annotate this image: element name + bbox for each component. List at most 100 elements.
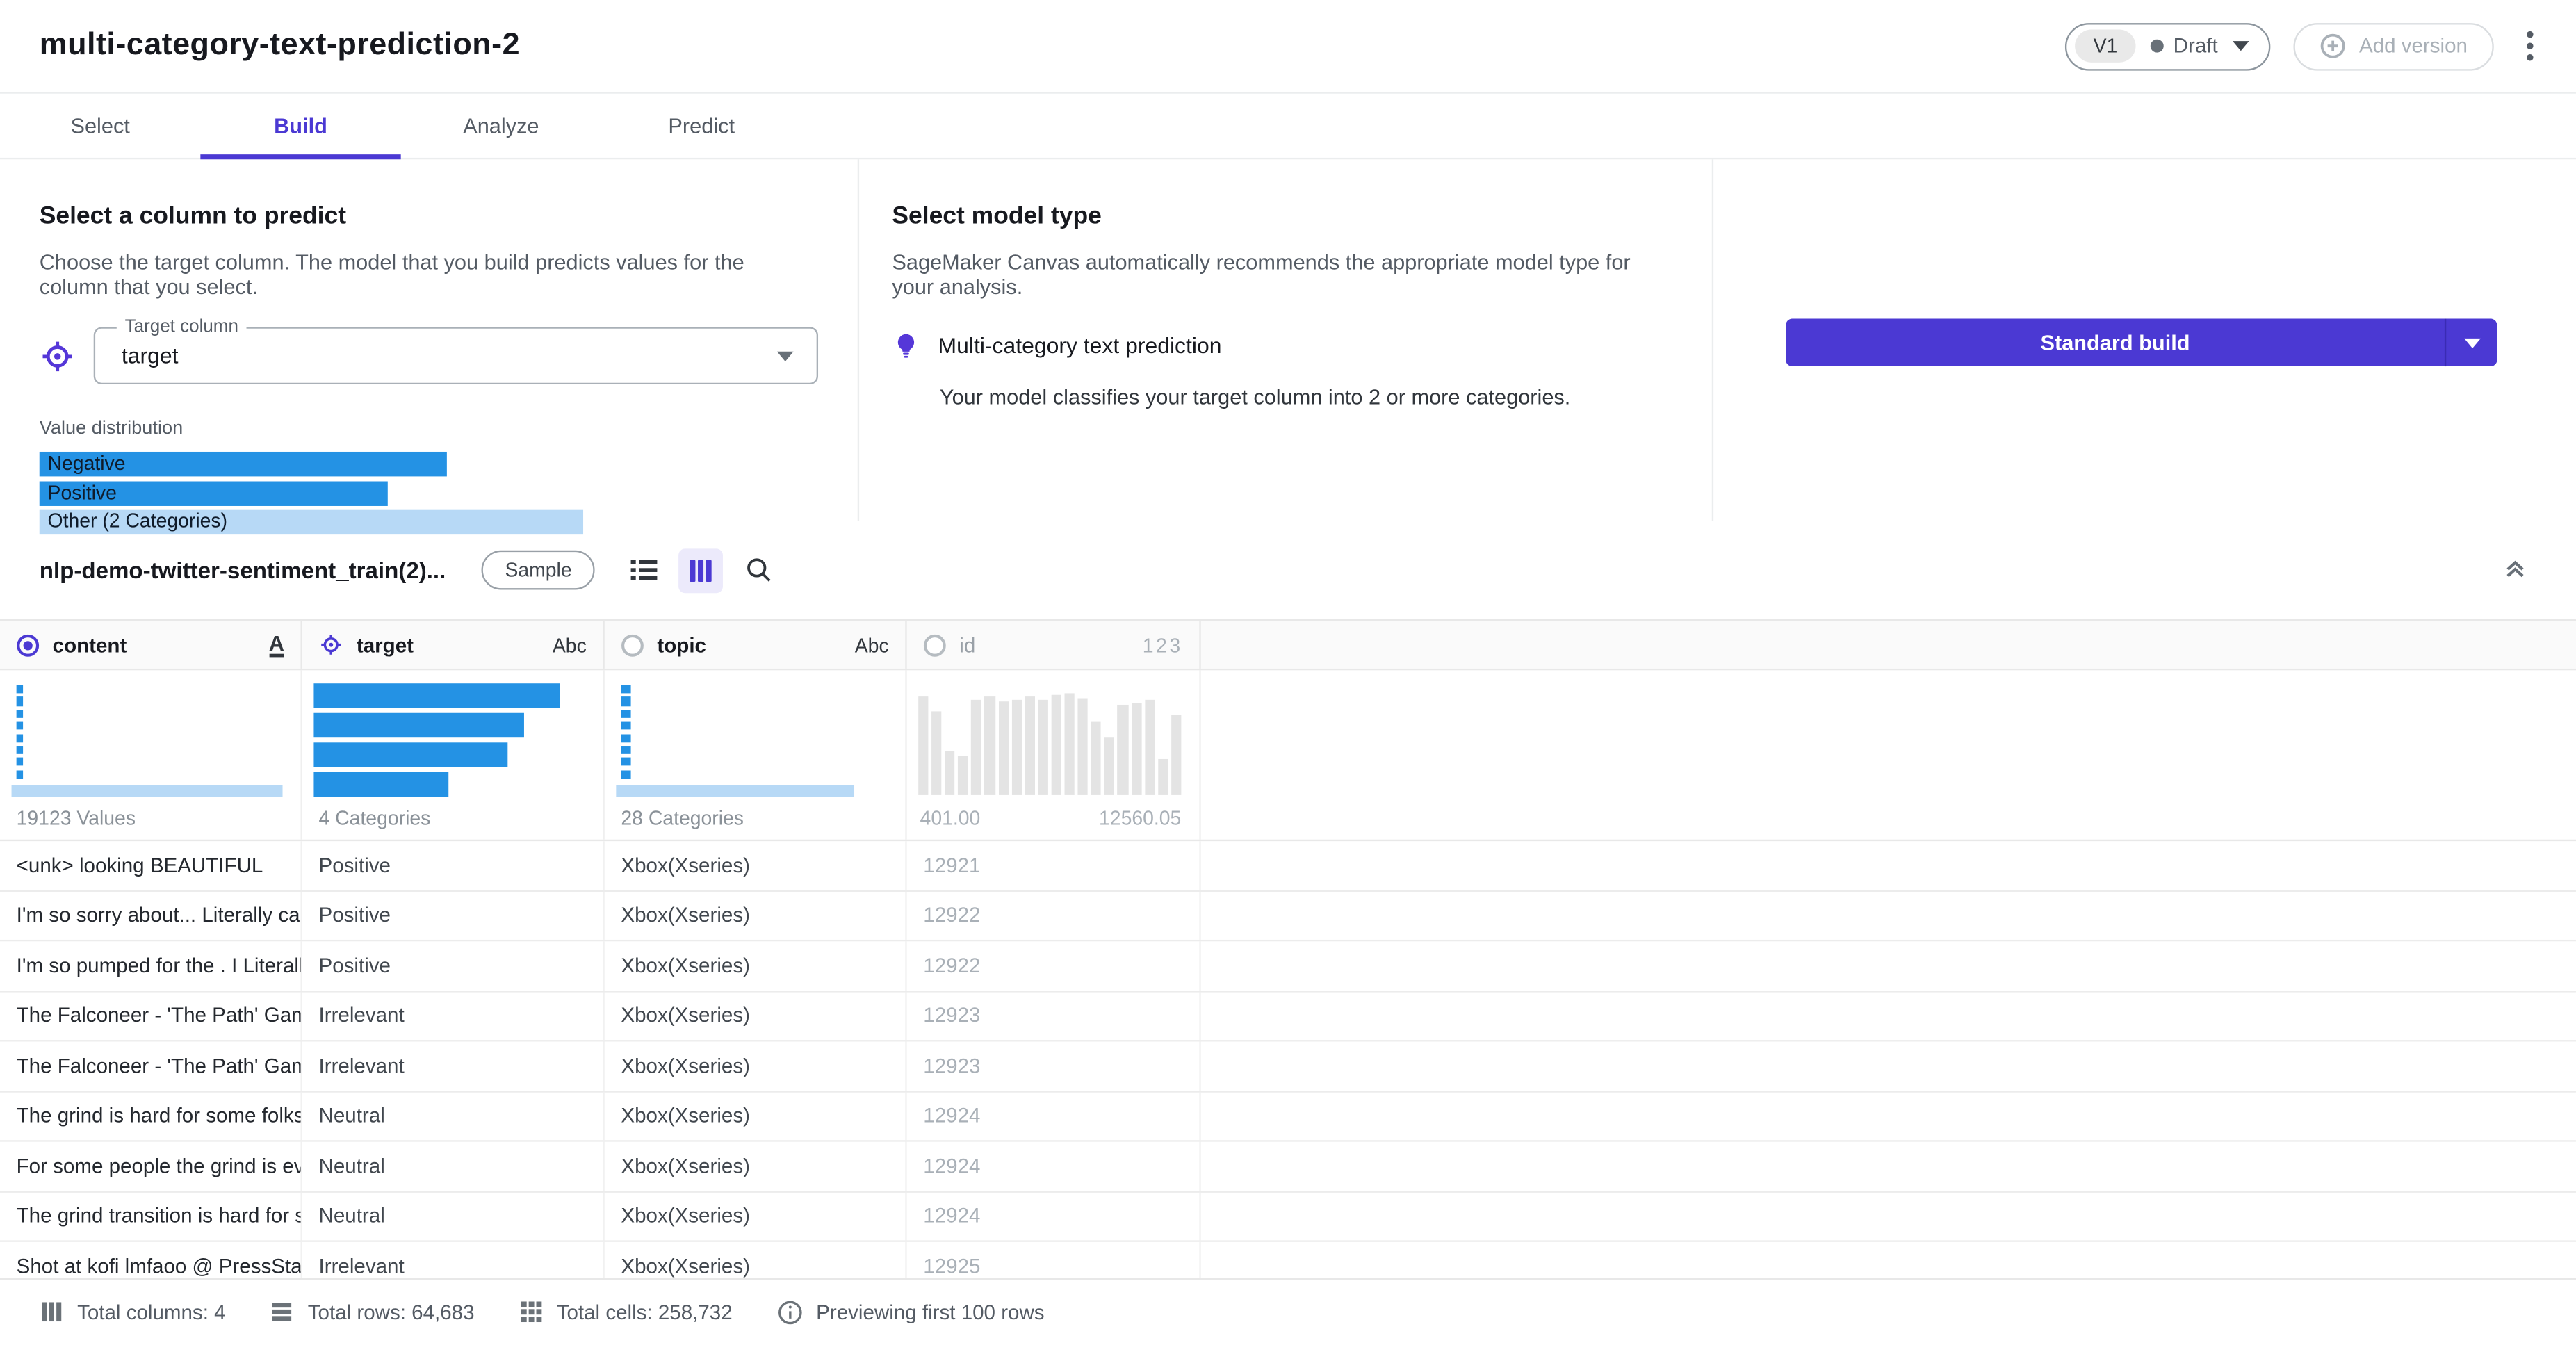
histogram-max-label: 12560.05 [1099, 806, 1182, 830]
other-categories-bar [11, 784, 282, 797]
id-histogram [918, 693, 1182, 795]
row-filler [1201, 991, 2576, 1040]
tab-select[interactable]: Select [0, 94, 200, 158]
column-preview-target: 4 Categories [302, 670, 605, 840]
cell-topic: Xbox(Xseries) [605, 1091, 907, 1141]
dataset-toolbar: nlp-demo-twitter-sentiment_train(2)... S… [0, 521, 2576, 619]
cell-topic: Xbox(Xseries) [605, 991, 907, 1041]
model-type-heading: Select model type [892, 202, 1102, 230]
tab-bar: Select Build Analyze Predict [0, 94, 2576, 160]
version-selector[interactable]: V1 Draft [2065, 22, 2271, 70]
table-header-row: content Atarget Abc topic Abc id 123 [0, 621, 2576, 671]
stat-text: Total rows: 64,683 [307, 1301, 475, 1324]
table-row: Shot at kofi lmfaoo @ PressStar... Irrele… [0, 1241, 2576, 1279]
column-header-target[interactable]: target Abc [302, 621, 605, 669]
cell-content: The grind transition is hard for s... [0, 1191, 302, 1241]
stat-columns: Total columns: 4 [40, 1300, 226, 1324]
column-header-id[interactable]: id 123 [907, 621, 1201, 669]
distribution-bar: Positive [39, 480, 388, 505]
preview-caption: 4 Categories [318, 806, 431, 830]
stat-text: Total cells: 258,732 [556, 1301, 733, 1324]
row-filler [1201, 1142, 2576, 1191]
search-icon[interactable] [736, 548, 781, 592]
column-header-content[interactable]: content A [0, 621, 302, 669]
cell-content: <unk> looking BEAUTIFUL [0, 841, 302, 890]
target-column-select[interactable]: Target column target [93, 317, 819, 385]
header-controls: V1 Draft Add version [2065, 22, 2543, 70]
tab-predict[interactable]: Predict [601, 94, 801, 158]
row-filler [1201, 941, 2576, 990]
collapse-panel-icon[interactable] [2500, 555, 2530, 585]
category-dash-stack [621, 685, 630, 779]
sample-badge: Sample [482, 550, 595, 590]
target-column-value: target [121, 343, 179, 368]
column-view-icon[interactable] [678, 548, 724, 593]
cell-target: Neutral [302, 1191, 605, 1241]
target-column-field-label: Target column [116, 317, 247, 337]
target-column-icon[interactable] [319, 633, 343, 657]
header-filler [1201, 621, 2576, 669]
cell-content: The Falconeer - 'The Path' Game... [0, 991, 302, 1041]
cell-id: 12922 [907, 941, 1201, 991]
cell-target: Neutral [302, 1091, 605, 1141]
view-toggle-group [621, 548, 781, 593]
chevron-down-icon [2232, 41, 2249, 51]
cell-content: The grind is hard for some folks ... [0, 1091, 302, 1141]
column-type-icon: 123 [1142, 633, 1183, 657]
tab-build[interactable]: Build [200, 94, 401, 160]
radio-icon[interactable] [923, 633, 946, 656]
stat-text: Total columns: 4 [77, 1301, 226, 1324]
distribution-bar: Negative [39, 451, 447, 477]
select-column-heading: Select a column to predict [39, 202, 347, 230]
cell-content: I'm so pumped for the . I Literall... [0, 941, 302, 991]
cell-content: For some people the grind is eve... [0, 1141, 302, 1191]
value-distribution-label: Value distribution [39, 418, 184, 439]
cell-id: 12925 [907, 1241, 1201, 1279]
column-preview-row: 19123 Values 4 Categories 28 Categories 401… [0, 670, 2576, 842]
radio-icon[interactable] [621, 633, 644, 656]
model-type-detail: Your model classifies your target column… [939, 384, 1571, 409]
version-status: Draft [2150, 35, 2218, 58]
list-view-icon[interactable] [621, 548, 666, 592]
cells-icon [519, 1300, 543, 1324]
sagemaker-canvas-build-page: multi-category-text-prediction-2 V1 Draf… [0, 0, 2576, 1345]
cell-topic: Xbox(Xseries) [605, 1241, 907, 1279]
cell-target: Neutral [302, 1141, 605, 1191]
table-row: I'm so sorry about... Literally can... Po… [0, 891, 2576, 942]
cell-topic: Xbox(Xseries) [605, 841, 907, 890]
column-header-topic[interactable]: topic Abc [605, 621, 907, 669]
radio-selected-icon[interactable] [17, 633, 40, 656]
build-options-dropdown[interactable] [2444, 318, 2497, 367]
cell-target: Positive [302, 941, 605, 991]
table-row: The Falconeer - 'The Path' Game...Irrele… [0, 1041, 2576, 1092]
cell-content: The Falconeer - 'The Path' Game... [0, 1041, 302, 1091]
column-type-icon: Abc [854, 633, 889, 657]
kebab-menu-icon[interactable] [2517, 24, 2543, 67]
column-label: topic [657, 633, 706, 657]
category-dash-stack [16, 685, 24, 779]
dataset-table: content Atarget Abc topic Abc id 123 19123 Val… [0, 619, 2576, 1279]
cell-topic: Xbox(Xseries) [605, 891, 907, 940]
cell-topic: Xbox(Xseries) [605, 941, 907, 991]
table-row: <unk> looking BEAUTIFUL Positive Xbox(Xser… [0, 841, 2576, 892]
page-header: multi-category-text-prediction-2 V1 Draf… [0, 0, 2576, 94]
dataset-name: nlp-demo-twitter-sentiment_train(2)... [39, 557, 446, 584]
distribution-bar: Other (2 Categories) [39, 509, 584, 535]
row-filler [1201, 1192, 2576, 1241]
status-dot-icon [2150, 39, 2164, 53]
table-row: The grind transition is hard for s... Neu… [0, 1191, 2576, 1242]
table-body: <unk> looking BEAUTIFUL Positive Xbox(Xser… [0, 841, 2576, 1279]
cell-id: 12923 [907, 1041, 1201, 1091]
preview-caption: 28 Categories [621, 806, 744, 830]
plus-circle-icon [2320, 33, 2346, 59]
add-version-button[interactable]: Add version [2293, 22, 2494, 70]
table-row: For some people the grind is eve... Neutr… [0, 1141, 2576, 1192]
table-row: The grind is hard for some folks ... Neut… [0, 1091, 2576, 1142]
standard-build-button[interactable]: Standard build [1786, 318, 2497, 367]
target-column-row: Target column target [40, 317, 819, 385]
table-row: I'm so pumped for the . I Literall... Pos… [0, 941, 2576, 992]
stat-rows: Total rows: 64,683 [270, 1300, 475, 1324]
cell-content: I'm so sorry about... Literally can... [0, 891, 302, 940]
columns-icon [40, 1300, 64, 1324]
tab-analyze[interactable]: Analyze [401, 94, 601, 158]
